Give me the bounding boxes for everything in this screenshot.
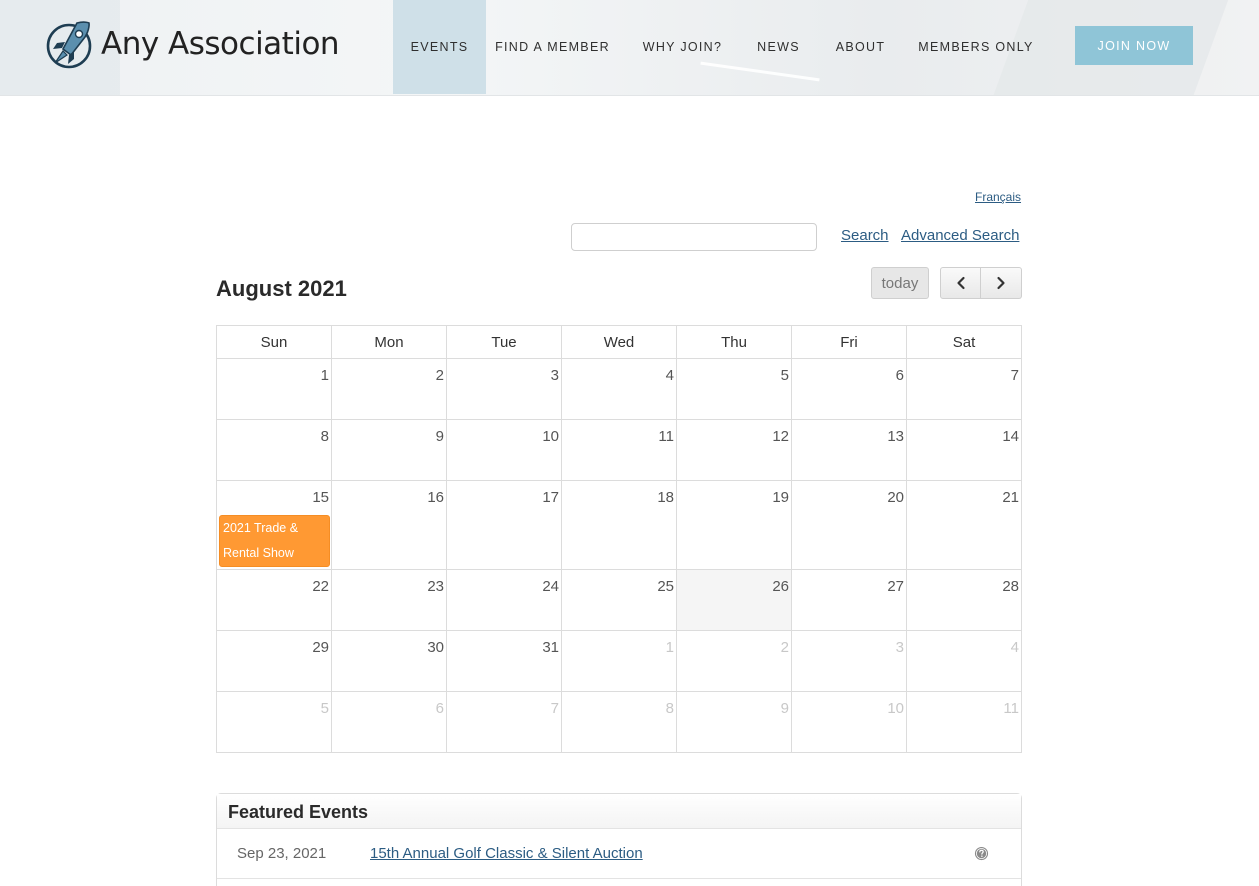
day-cell[interactable]: 30 xyxy=(331,630,447,692)
next-month-button[interactable] xyxy=(981,267,1022,299)
day-cell[interactable]: 10 xyxy=(446,419,562,481)
day-cell[interactable]: 25 xyxy=(561,569,677,631)
nav-item-find-a-member[interactable]: FIND A MEMBER xyxy=(486,0,619,94)
featured-events-panel: Featured Events Sep 23, 2021 15th Annual… xyxy=(216,793,1022,886)
day-cell-other-month[interactable]: 3 xyxy=(791,630,907,692)
weekday-header-row: Sun Mon Tue Wed Thu Fri Sat xyxy=(216,325,1022,359)
weekday-header: Mon xyxy=(331,325,447,359)
day-cell[interactable]: 7 xyxy=(906,358,1022,420)
day-cell[interactable]: 18 xyxy=(561,480,677,570)
nav-item-why-join[interactable]: WHY JOIN? xyxy=(619,0,746,94)
search-link[interactable]: Search xyxy=(841,227,889,244)
day-cell-today[interactable]: 26 xyxy=(676,569,792,631)
day-cell-other-month[interactable]: 5 xyxy=(216,691,332,753)
day-cell[interactable]: 27 xyxy=(791,569,907,631)
main-nav: EVENTS FIND A MEMBER WHY JOIN? NEWS ABOU… xyxy=(393,0,1042,94)
day-cell-other-month[interactable]: 7 xyxy=(446,691,562,753)
day-cell[interactable]: 1 xyxy=(216,358,332,420)
calendar-week-row: 1 2 3 4 5 6 7 xyxy=(216,358,1022,420)
chevron-left-icon xyxy=(956,276,965,290)
featured-event-link[interactable]: 15th Annual Golf Classic & Silent Auctio… xyxy=(370,845,643,862)
nav-item-events[interactable]: EVENTS xyxy=(393,0,486,94)
day-cell[interactable]: 29 xyxy=(216,630,332,692)
weekday-header: Tue xyxy=(446,325,562,359)
day-number: 15 xyxy=(312,489,329,506)
day-cell-other-month[interactable]: 6 xyxy=(331,691,447,753)
site-header: Any Association EVENTS FIND A MEMBER WHY… xyxy=(0,0,1259,96)
language-link[interactable]: Français xyxy=(975,190,1021,204)
site-name: Any Association xyxy=(101,26,340,62)
prev-month-button[interactable] xyxy=(940,267,981,299)
day-cell[interactable]: 4 xyxy=(561,358,677,420)
featured-event-row: Sep 23, 2021 15th Annual Golf Classic & … xyxy=(217,829,1021,879)
today-button[interactable]: today xyxy=(871,267,929,299)
day-cell-other-month[interactable]: 4 xyxy=(906,630,1022,692)
day-cell-other-month[interactable]: 9 xyxy=(676,691,792,753)
day-cell-other-month[interactable]: 11 xyxy=(906,691,1022,753)
day-cell[interactable]: 28 xyxy=(906,569,1022,631)
calendar-week-row: 15 2021 Trade & Rental Show 16 17 18 19 … xyxy=(216,480,1022,570)
day-cell[interactable]: 15 2021 Trade & Rental Show xyxy=(216,480,332,570)
month-calendar: Sun Mon Tue Wed Thu Fri Sat 1 2 3 4 5 6 … xyxy=(216,325,1022,753)
month-nav-buttons xyxy=(940,267,1022,299)
weekday-header: Wed xyxy=(561,325,677,359)
day-cell[interactable]: 3 xyxy=(446,358,562,420)
calendar-event[interactable]: 2021 Trade & Rental Show xyxy=(219,515,330,567)
day-cell-other-month[interactable]: 8 xyxy=(561,691,677,753)
day-cell[interactable]: 8 xyxy=(216,419,332,481)
calendar-week-row: 5 6 7 8 9 10 11 xyxy=(216,691,1022,753)
day-cell[interactable]: 12 xyxy=(676,419,792,481)
weekday-header: Fri xyxy=(791,325,907,359)
nav-item-about[interactable]: ABOUT xyxy=(811,0,910,94)
day-cell[interactable]: 19 xyxy=(676,480,792,570)
featured-events-title: Featured Events xyxy=(217,794,1021,829)
day-cell[interactable]: 22 xyxy=(216,569,332,631)
day-cell[interactable]: 21 xyxy=(906,480,1022,570)
featured-event-date: Sep 23, 2021 xyxy=(237,845,327,862)
search-input[interactable] xyxy=(571,223,817,251)
weekday-header: Sat xyxy=(906,325,1022,359)
day-cell[interactable]: 16 xyxy=(331,480,447,570)
day-cell-other-month[interactable]: 2 xyxy=(676,630,792,692)
day-cell[interactable]: 17 xyxy=(446,480,562,570)
day-cell[interactable]: 23 xyxy=(331,569,447,631)
day-cell[interactable]: 13 xyxy=(791,419,907,481)
calendar-week-row: 29 30 31 1 2 3 4 xyxy=(216,630,1022,692)
nav-item-members-only[interactable]: MEMBERS ONLY xyxy=(910,0,1042,94)
chevron-right-icon xyxy=(997,276,1005,290)
calendar-month-title: August 2021 xyxy=(216,276,347,301)
day-cell-other-month[interactable]: 1 xyxy=(561,630,677,692)
day-cell[interactable]: 14 xyxy=(906,419,1022,481)
rocket-icon xyxy=(46,21,92,69)
help-icon[interactable] xyxy=(974,846,989,861)
advanced-search-link[interactable]: Advanced Search xyxy=(901,227,1019,244)
calendar-week-row: 22 23 24 25 26 27 28 xyxy=(216,569,1022,631)
day-cell[interactable]: 6 xyxy=(791,358,907,420)
day-cell[interactable]: 31 xyxy=(446,630,562,692)
day-cell[interactable]: 5 xyxy=(676,358,792,420)
calendar-week-row: 8 9 10 11 12 13 14 xyxy=(216,419,1022,481)
day-cell[interactable]: 11 xyxy=(561,419,677,481)
day-cell[interactable]: 20 xyxy=(791,480,907,570)
day-cell-other-month[interactable]: 10 xyxy=(791,691,907,753)
site-logo[interactable]: Any Association xyxy=(45,17,340,71)
join-now-button[interactable]: JOIN NOW xyxy=(1075,26,1193,65)
day-cell[interactable]: 2 xyxy=(331,358,447,420)
day-cell[interactable]: 24 xyxy=(446,569,562,631)
weekday-header: Thu xyxy=(676,325,792,359)
nav-item-news[interactable]: NEWS xyxy=(746,0,811,94)
weekday-header: Sun xyxy=(216,325,332,359)
day-cell[interactable]: 9 xyxy=(331,419,447,481)
